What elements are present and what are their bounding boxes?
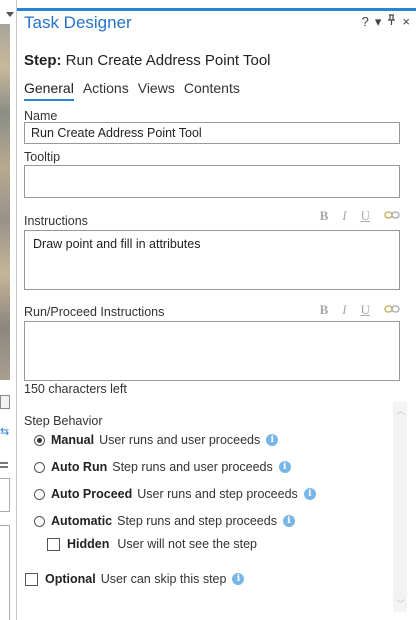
step-name: Run Create Address Point Tool — [65, 52, 271, 69]
instructions-value: Draw point and fill in attributes — [33, 237, 201, 251]
tab-contents[interactable]: Contents — [184, 80, 240, 101]
close-icon[interactable]: × — [402, 14, 410, 29]
pane-accent-bar — [17, 8, 416, 11]
info-icon[interactable]: i — [303, 488, 316, 500]
bold-button[interactable]: B — [320, 302, 329, 318]
option-title: Auto Proceed — [51, 487, 133, 501]
underline-button[interactable]: U — [361, 302, 370, 318]
info-icon[interactable]: i — [266, 434, 279, 446]
behavior-option-automatic[interactable]: Automatic Step runs and step proceeds i — [34, 514, 295, 528]
instructions-field[interactable]: Draw point and fill in attributes — [24, 230, 400, 290]
option-desc: User will not see the step — [117, 537, 258, 551]
tab-general[interactable]: General — [24, 80, 74, 101]
map-view-edge: ⇆ — [0, 0, 17, 620]
side-panel-input[interactable] — [0, 478, 10, 512]
name-field[interactable]: Run Create Address Point Tool — [24, 122, 400, 144]
underline-button[interactable]: U — [361, 208, 370, 224]
pane-title: Task Designer — [24, 13, 132, 32]
option-title: Auto Run — [51, 460, 108, 474]
option-title: Automatic — [51, 514, 113, 528]
pin-icon[interactable] — [387, 14, 396, 29]
behavior-option-manual[interactable]: Manual User runs and user proceeds i — [34, 433, 279, 447]
radio-auto-run[interactable] — [34, 461, 45, 473]
swap-icon[interactable]: ⇆ — [0, 425, 10, 439]
link-icon[interactable] — [384, 208, 400, 224]
name-value: Run Create Address Point Tool — [31, 126, 202, 140]
task-designer-pane: Task Designer ? ▾ × Step: Run Create Add… — [17, 0, 416, 620]
characters-left: 150 characters left — [24, 382, 127, 396]
option-desc: Step runs and step proceeds — [117, 514, 277, 528]
behavior-option-auto-proceed[interactable]: Auto Proceed User runs and step proceeds… — [34, 487, 316, 501]
info-icon[interactable]: i — [232, 573, 245, 585]
chevron-down-icon[interactable]: ﹀ — [396, 597, 405, 610]
tab-bar: General Actions Views Contents — [24, 80, 240, 101]
tooltip-label: Tooltip — [24, 150, 61, 164]
run-proceed-label: Run/Proceed Instructions — [24, 305, 165, 319]
option-desc: User runs and step proceeds — [137, 487, 298, 501]
chevron-down-icon[interactable] — [6, 12, 14, 17]
radio-manual[interactable] — [34, 434, 45, 446]
option-desc: Step runs and user proceeds — [112, 460, 273, 474]
name-label: Name — [24, 109, 58, 123]
instructions-format-toolbar: B I U — [320, 208, 400, 224]
info-icon[interactable]: i — [278, 461, 291, 473]
italic-button[interactable]: I — [342, 208, 346, 224]
pane-controls: ? ▾ × — [362, 14, 410, 29]
option-title: Manual — [51, 433, 95, 447]
option-desc: User can skip this step — [100, 572, 227, 586]
tooltip-field[interactable] — [24, 165, 400, 198]
tab-actions[interactable]: Actions — [83, 80, 129, 101]
map-imagery[interactable] — [0, 24, 10, 380]
side-panel-list — [0, 525, 10, 620]
optional-checkbox[interactable] — [25, 572, 38, 586]
optional-option[interactable]: Optional User can skip this step i — [25, 572, 245, 586]
option-title: Hidden — [67, 537, 110, 551]
behavior-option-auto-run[interactable]: Auto Run Step runs and user proceeds i — [34, 460, 291, 474]
bold-button[interactable]: B — [320, 208, 329, 224]
tab-views[interactable]: Views — [138, 80, 175, 101]
menu-icon[interactable] — [0, 462, 8, 468]
option-desc: User runs and user proceeds — [99, 433, 261, 447]
radio-auto-proceed[interactable] — [34, 488, 45, 500]
italic-button[interactable]: I — [342, 302, 346, 318]
hidden-checkbox[interactable] — [47, 537, 60, 551]
chevron-down-icon[interactable]: ▾ — [375, 14, 382, 29]
step-behavior-label: Step Behavior — [24, 414, 103, 428]
run-proceed-format-toolbar: B I U — [320, 302, 400, 318]
hidden-option[interactable]: Hidden User will not see the step — [47, 537, 257, 551]
link-icon[interactable] — [384, 302, 400, 318]
option-title: Optional — [45, 572, 96, 586]
run-proceed-field[interactable] — [24, 321, 400, 381]
chevron-up-icon[interactable]: ︿ — [396, 404, 405, 417]
instructions-label: Instructions — [24, 214, 88, 228]
map-control-icon[interactable] — [0, 395, 10, 409]
step-prefix: Step: — [24, 52, 62, 69]
step-heading: Step: Run Create Address Point Tool — [24, 52, 271, 69]
radio-automatic[interactable] — [34, 515, 45, 527]
scrollbar[interactable]: ︿ ﹀ — [393, 402, 407, 612]
help-icon[interactable]: ? — [362, 14, 369, 29]
info-icon[interactable]: i — [282, 515, 295, 527]
